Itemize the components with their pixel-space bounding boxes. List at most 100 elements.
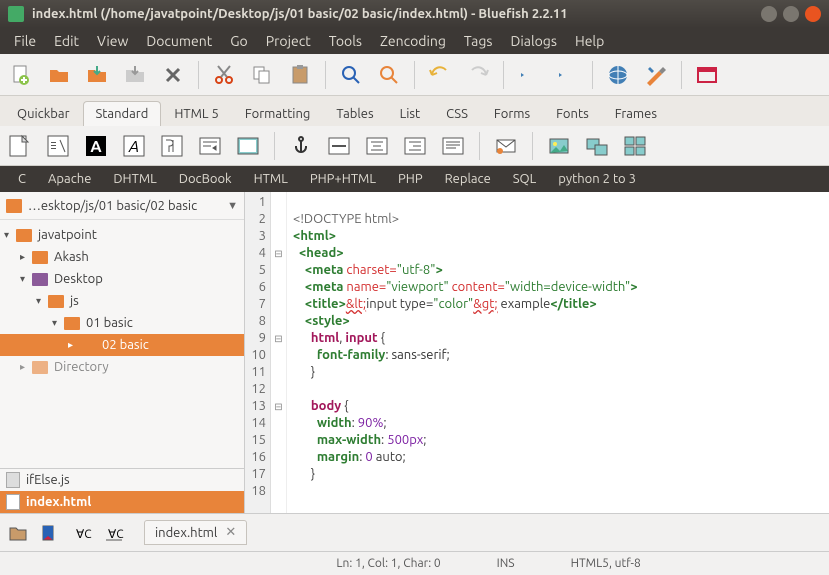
lang-apache[interactable]: Apache bbox=[38, 169, 101, 189]
tree-item-js[interactable]: ▾js bbox=[0, 290, 244, 312]
tree-item-akash[interactable]: ▸Akash bbox=[0, 246, 244, 268]
browser-preview-button[interactable] bbox=[603, 60, 633, 90]
email-icon[interactable] bbox=[492, 132, 520, 160]
lang-php-html[interactable]: PHP+HTML bbox=[300, 169, 386, 189]
tab-css[interactable]: CSS bbox=[433, 101, 481, 126]
expand-icon[interactable]: ▸ bbox=[20, 361, 32, 373]
redo-button[interactable] bbox=[463, 60, 493, 90]
tree-item-javatpoint[interactable]: ▾javatpoint bbox=[0, 224, 244, 246]
collapse-icon[interactable]: ▾ bbox=[52, 317, 64, 329]
undo-button[interactable] bbox=[425, 60, 455, 90]
bold-icon[interactable]: A bbox=[82, 132, 110, 160]
thumbnail-icon[interactable] bbox=[583, 132, 611, 160]
svg-text:A: A bbox=[128, 138, 139, 156]
open-file-button[interactable] bbox=[44, 60, 74, 90]
tab-formatting[interactable]: Formatting bbox=[232, 101, 324, 126]
lang-python-2-to-3[interactable]: python 2 to 3 bbox=[548, 169, 646, 189]
save-button[interactable] bbox=[82, 60, 112, 90]
expand-icon[interactable]: ▸ bbox=[68, 339, 80, 351]
tab-list[interactable]: List bbox=[387, 101, 434, 126]
open-file-tab[interactable]: index.html ✕ bbox=[144, 520, 247, 545]
comment-icon[interactable] bbox=[439, 132, 467, 160]
file-item-ifElse-js[interactable]: ifElse.js bbox=[0, 469, 244, 491]
tab-frames[interactable]: Frames bbox=[602, 101, 670, 126]
tab-fonts[interactable]: Fonts bbox=[543, 101, 602, 126]
menu-project[interactable]: Project bbox=[258, 30, 319, 52]
break-icon[interactable] bbox=[196, 132, 224, 160]
close-tab-icon[interactable]: ✕ bbox=[225, 525, 236, 540]
menu-edit[interactable]: Edit bbox=[46, 30, 87, 52]
tab-standard[interactable]: Standard bbox=[83, 101, 162, 126]
indent-button[interactable] bbox=[552, 60, 582, 90]
paragraph-icon[interactable] bbox=[158, 132, 186, 160]
insert-mode[interactable]: INS bbox=[469, 557, 543, 570]
menu-zencoding[interactable]: Zencoding bbox=[372, 30, 454, 52]
expand-icon[interactable]: ▸ bbox=[20, 251, 32, 263]
charmap-icon[interactable]: ∀C bbox=[70, 522, 94, 544]
fold-marker[interactable]: ⊟ bbox=[271, 330, 286, 347]
tree-item-02-basic[interactable]: ▸02 basic bbox=[0, 334, 244, 356]
menu-dialogs[interactable]: Dialogs bbox=[502, 30, 564, 52]
menu-help[interactable]: Help bbox=[567, 30, 612, 52]
folder-icon bbox=[32, 273, 48, 286]
path-selector[interactable]: …esktop/js/01 basic/02 basic ▼ bbox=[0, 192, 244, 220]
unindent-button[interactable] bbox=[514, 60, 544, 90]
lang-html[interactable]: HTML bbox=[244, 169, 298, 189]
tree-item-desktop[interactable]: ▾Desktop bbox=[0, 268, 244, 290]
tab-label: index.html bbox=[155, 526, 217, 540]
paste-button[interactable] bbox=[285, 60, 315, 90]
menu-tags[interactable]: Tags bbox=[456, 30, 501, 52]
lang-docbook[interactable]: DocBook bbox=[169, 169, 242, 189]
tree-item-01-basic[interactable]: ▾01 basic bbox=[0, 312, 244, 334]
close-file-button[interactable] bbox=[158, 60, 188, 90]
menu-go[interactable]: Go bbox=[222, 30, 255, 52]
body-icon[interactable] bbox=[44, 132, 72, 160]
tab-html-5[interactable]: HTML 5 bbox=[161, 101, 232, 126]
lang-sql[interactable]: SQL bbox=[503, 169, 547, 189]
preferences-button[interactable] bbox=[641, 60, 671, 90]
file-item-index-html[interactable]: index.html bbox=[0, 491, 244, 513]
minimize-button[interactable] bbox=[761, 6, 777, 22]
quickstart-icon[interactable] bbox=[6, 132, 34, 160]
fold-marker[interactable]: ⊟ bbox=[271, 245, 286, 262]
menu-file[interactable]: File bbox=[6, 30, 44, 52]
menu-tools[interactable]: Tools bbox=[321, 30, 370, 52]
tab-forms[interactable]: Forms bbox=[481, 101, 543, 126]
image-icon[interactable] bbox=[545, 132, 573, 160]
snippets-icon[interactable]: ∀C bbox=[102, 522, 126, 544]
find-button[interactable] bbox=[336, 60, 366, 90]
collapse-icon[interactable]: ▾ bbox=[20, 273, 32, 285]
new-file-button[interactable] bbox=[6, 60, 36, 90]
fullscreen-button[interactable] bbox=[692, 60, 722, 90]
code-editor[interactable]: 123456789101112131415161718 ⊟⊟⊟ <!DOCTYP… bbox=[245, 192, 829, 513]
save-as-button[interactable] bbox=[120, 60, 150, 90]
close-button[interactable] bbox=[805, 6, 821, 22]
copy-button[interactable] bbox=[247, 60, 277, 90]
rightalign-icon[interactable] bbox=[401, 132, 429, 160]
bookmarks-icon[interactable] bbox=[38, 522, 62, 544]
dropdown-icon[interactable]: ▼ bbox=[227, 200, 238, 212]
menu-view[interactable]: View bbox=[89, 30, 136, 52]
tab-tables[interactable]: Tables bbox=[323, 101, 386, 126]
anchor-icon[interactable] bbox=[287, 132, 315, 160]
tab-quickbar[interactable]: Quickbar bbox=[4, 101, 83, 126]
cut-button[interactable] bbox=[209, 60, 239, 90]
multi-thumbnail-icon[interactable] bbox=[621, 132, 649, 160]
italic-icon[interactable]: A bbox=[120, 132, 148, 160]
hrule-icon[interactable] bbox=[325, 132, 353, 160]
menu-document[interactable]: Document bbox=[138, 30, 220, 52]
lang-php[interactable]: PHP bbox=[388, 169, 433, 189]
code-area[interactable]: <!DOCTYPE html><html> <head> <meta chars… bbox=[287, 192, 829, 513]
lang-dhtml[interactable]: DHTML bbox=[103, 169, 166, 189]
lang-replace[interactable]: Replace bbox=[435, 169, 501, 189]
tree-item-directory[interactable]: ▸Directory bbox=[0, 356, 244, 378]
find-replace-button[interactable] bbox=[374, 60, 404, 90]
collapse-icon[interactable]: ▾ bbox=[36, 295, 48, 307]
center-icon[interactable] bbox=[363, 132, 391, 160]
fold-marker[interactable]: ⊟ bbox=[271, 398, 286, 415]
maximize-button[interactable] bbox=[783, 6, 799, 22]
collapse-icon[interactable]: ▾ bbox=[4, 229, 16, 241]
nbsp-icon[interactable] bbox=[234, 132, 262, 160]
filebrowser-icon[interactable] bbox=[6, 522, 30, 544]
lang-c[interactable]: C bbox=[8, 169, 36, 189]
